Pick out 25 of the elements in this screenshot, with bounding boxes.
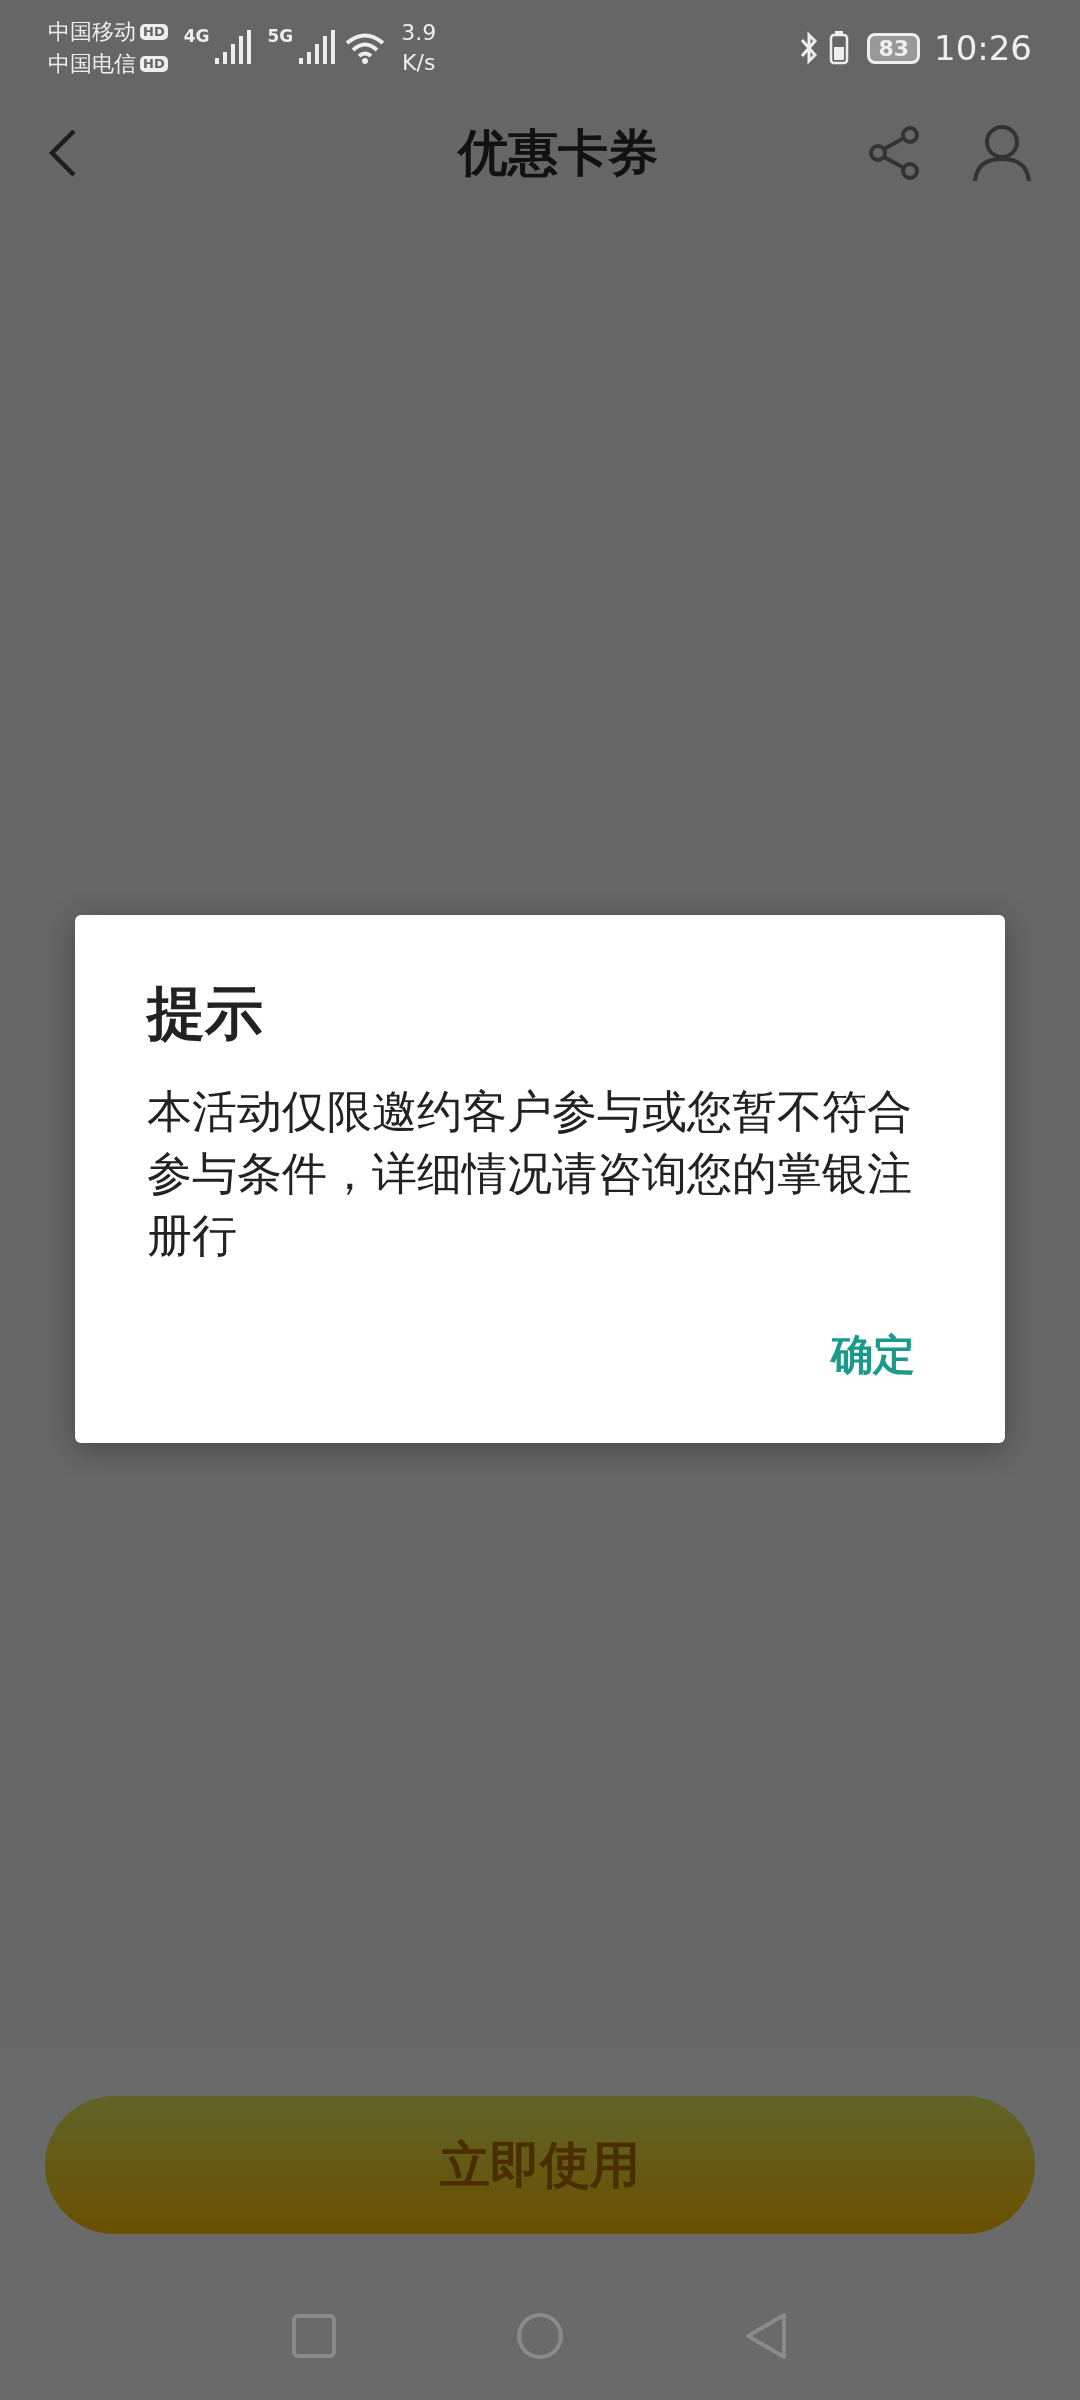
hd-badge: HD xyxy=(140,56,168,72)
signal-icon xyxy=(215,30,252,66)
carrier-name: 中国移动 xyxy=(48,18,136,46)
dialog-title: 提示 xyxy=(147,978,264,1049)
wifi-icon xyxy=(345,32,386,64)
share-icon[interactable] xyxy=(868,126,922,180)
page-title: 优惠卡券 xyxy=(456,122,659,184)
confirm-button[interactable]: 确定 xyxy=(831,1327,915,1383)
recents-icon[interactable] xyxy=(292,2314,336,2358)
speed-value: 3.9 xyxy=(401,19,437,47)
user-icon[interactable] xyxy=(972,123,1032,183)
battery-level: 83 xyxy=(867,32,920,64)
dialog-message: 本活动仅限邀约客户参与或您暂不符合参与条件，详细情况请咨询您的掌银注册行 xyxy=(147,1084,913,1264)
home-icon[interactable] xyxy=(516,2312,564,2360)
network-type: 4G xyxy=(183,26,210,46)
bluetooth-icon xyxy=(799,31,820,65)
carrier-name: 中国电信 xyxy=(48,50,136,78)
phone-battery-icon xyxy=(829,31,850,65)
signal-icon xyxy=(299,30,336,66)
network-type: 5G xyxy=(267,26,294,46)
hd-badge: HD xyxy=(140,24,168,40)
clock-time: 10:26 xyxy=(934,28,1032,68)
speed-unit: K/s xyxy=(402,49,436,77)
back-icon[interactable] xyxy=(48,128,78,178)
back-nav-icon[interactable] xyxy=(744,2312,788,2360)
